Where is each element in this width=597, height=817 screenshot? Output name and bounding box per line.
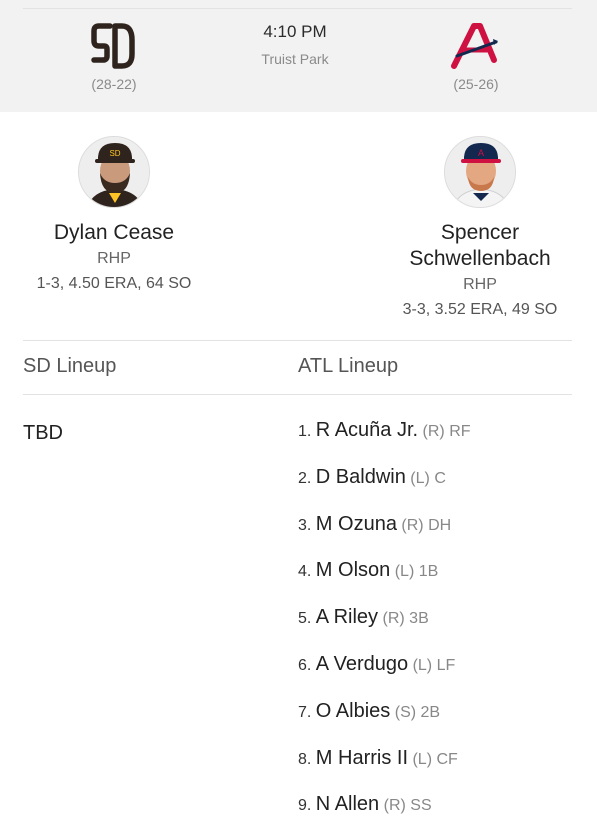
player-position: SS xyxy=(410,797,432,815)
batting-order: 5. xyxy=(298,610,312,628)
svg-text:SD: SD xyxy=(109,149,120,158)
away-lineup-title: SD Lineup xyxy=(23,355,117,377)
avatar: SD xyxy=(78,136,150,208)
player-name[interactable]: D Baldwin xyxy=(316,466,406,488)
home-team-record: (25-26) xyxy=(453,76,499,92)
player-name[interactable]: N Allen xyxy=(316,793,379,815)
player-bats: (L) xyxy=(412,656,433,674)
lineup-row[interactable]: 5. A Riley (R) 3B xyxy=(298,606,471,653)
player-bats: (L) xyxy=(412,750,433,768)
player-name[interactable]: M Olson xyxy=(316,559,390,581)
section-divider xyxy=(23,340,572,341)
player-bats: (R) xyxy=(383,797,406,815)
batting-order: 3. xyxy=(298,516,312,534)
player-name[interactable]: A Riley xyxy=(316,606,378,628)
avatar: A xyxy=(444,136,516,208)
home-pitcher-hand: RHP xyxy=(463,276,497,293)
player-position: CF xyxy=(436,750,458,768)
player-position: 1B xyxy=(418,563,439,581)
home-pitcher-stats: 3-3, 3.52 ERA, 49 SO xyxy=(402,301,558,318)
player-name[interactable]: A Verdugo xyxy=(316,653,408,675)
lineup-row[interactable]: 6. A Verdugo (L) LF xyxy=(298,653,471,700)
batting-order: 1. xyxy=(298,423,312,440)
away-probable-pitcher[interactable]: SD Dylan Cease RHP 1-3, 4.50 ERA, 64 SO xyxy=(24,136,204,296)
player-position: DH xyxy=(428,516,452,534)
player-position: 2B xyxy=(420,703,441,721)
batting-order: 4. xyxy=(298,563,312,581)
batting-order: 2. xyxy=(298,469,312,487)
home-pitcher-name[interactable]: Spencer Schwellenbach xyxy=(390,220,570,272)
home-probable-pitcher[interactable]: A Spencer Schwellenbach RHP 3-3, 3.52 ER… xyxy=(390,136,570,322)
lineup-row[interactable]: 8. M Harris II (L) CF xyxy=(298,747,471,794)
svg-text:A: A xyxy=(478,148,484,158)
batting-order: 7. xyxy=(298,703,312,721)
section-divider xyxy=(23,394,572,395)
lineup-row[interactable]: 9. N Allen (R) SS xyxy=(298,793,471,817)
batting-order: 6. xyxy=(298,656,312,674)
player-name[interactable]: M Ozuna xyxy=(316,513,397,535)
lineup-row[interactable]: 2. D Baldwin (L) C xyxy=(298,466,471,513)
away-team-record: (28-22) xyxy=(91,76,137,92)
home-lineup-list: 1. R Acuña Jr. (R) RF 2. D Baldwin (L) C… xyxy=(298,419,471,817)
away-pitcher-name[interactable]: Dylan Cease xyxy=(24,220,204,246)
lineup-row[interactable]: 4. M Olson (L) 1B xyxy=(298,559,471,606)
player-position: C xyxy=(434,469,446,487)
player-bats: (L) xyxy=(410,469,430,487)
player-position: RF xyxy=(449,423,471,440)
away-lineup-status: TBD xyxy=(23,422,63,444)
game-header: (28-22) 4:10 PM Truist Park (25-26) xyxy=(0,0,597,112)
batting-order: 8. xyxy=(298,750,312,768)
player-position: LF xyxy=(436,656,456,674)
player-bats: (R) xyxy=(401,516,424,534)
braves-a-logo-icon[interactable] xyxy=(449,20,499,72)
player-name[interactable]: R Acuña Jr. xyxy=(316,419,418,441)
batting-order: 9. xyxy=(298,797,312,815)
game-time: 4:10 PM xyxy=(263,22,327,41)
lineup-row[interactable]: 7. O Albies (S) 2B xyxy=(298,700,471,747)
player-bats: (R) xyxy=(422,423,445,440)
player-bats: (L) xyxy=(394,563,415,581)
away-pitcher-hand: RHP xyxy=(97,250,131,267)
padres-sd-logo-icon[interactable] xyxy=(88,20,138,72)
home-lineup-title: ATL Lineup xyxy=(298,355,399,377)
player-name[interactable]: O Albies xyxy=(316,700,390,722)
player-position: 3B xyxy=(409,610,429,628)
lineup-row[interactable]: 1. R Acuña Jr. (R) RF xyxy=(298,419,471,466)
player-bats: (R) xyxy=(382,610,405,628)
player-name[interactable]: M Harris II xyxy=(316,747,408,769)
header-divider xyxy=(23,8,572,9)
player-bats: (S) xyxy=(394,703,417,721)
game-venue: Truist Park xyxy=(261,51,329,67)
lineup-row[interactable]: 3. M Ozuna (R) DH xyxy=(298,513,471,560)
away-pitcher-stats: 1-3, 4.50 ERA, 64 SO xyxy=(36,275,192,292)
